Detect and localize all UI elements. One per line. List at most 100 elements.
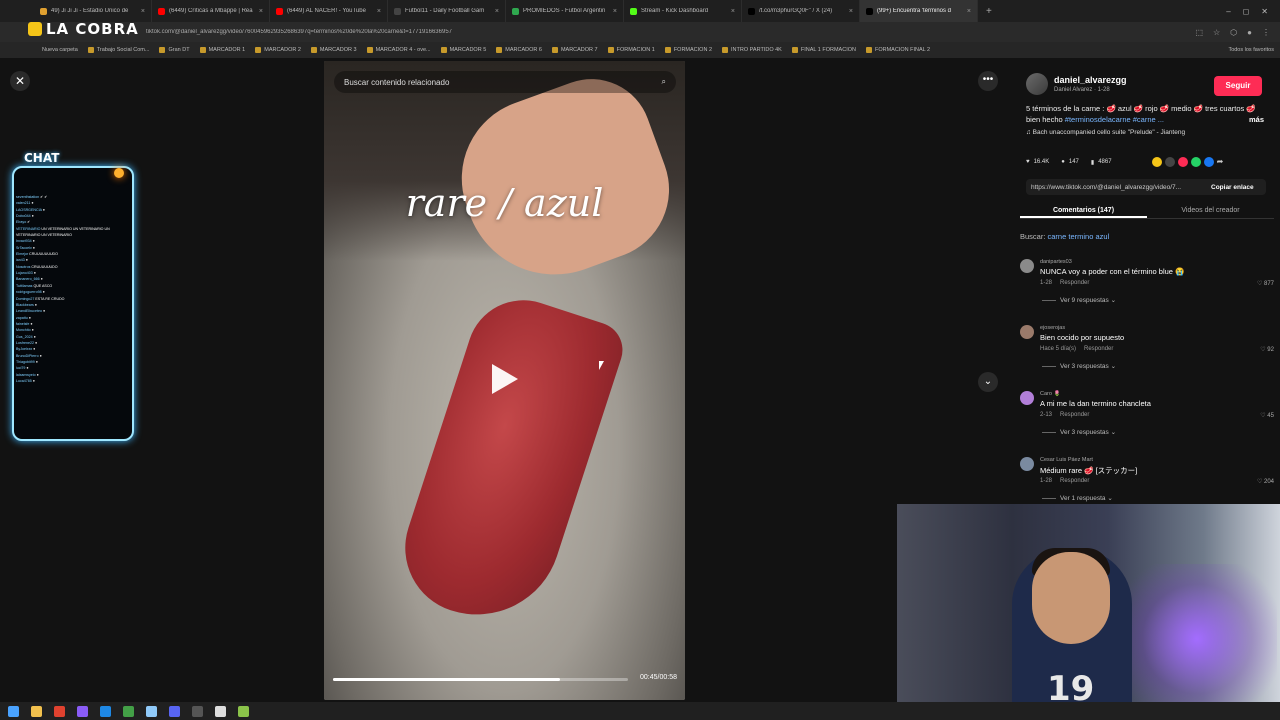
video-player[interactable]: Buscar contenido relacionado ⌕ rare / az…	[324, 61, 685, 700]
more-link[interactable]: más	[1249, 114, 1264, 125]
bookmark-item[interactable]: MARCADOR 7	[551, 47, 598, 53]
comment-likes[interactable]: ♡ 92	[1260, 346, 1274, 353]
discord-icon[interactable]	[169, 705, 180, 717]
heart-icon[interactable]: ♥	[1026, 159, 1030, 165]
tab-close-icon[interactable]: ×	[731, 8, 735, 15]
browser-tab[interactable]: PROMIEDOS - Futbol Argentin ×	[506, 0, 624, 22]
author[interactable]: daniel_alvarezgg Daniel Alvarez · 1-28	[1026, 73, 1127, 95]
comment-user[interactable]: Caro 🌷	[1040, 391, 1060, 397]
view-replies-button[interactable]: Ver 3 respuestas ⌄	[1042, 428, 1116, 436]
more-icon[interactable]: •••	[978, 71, 998, 91]
bookmark-folder[interactable]: Nueva carpeta	[42, 47, 78, 53]
install-icon[interactable]: ⬚	[1195, 28, 1203, 37]
star-icon[interactable]: ☆	[1213, 28, 1220, 37]
comment-likes[interactable]: ♡ 877	[1257, 280, 1274, 287]
all-favorites[interactable]: Todos los favoritos	[1228, 42, 1274, 58]
view-replies-button[interactable]: Ver 1 respuesta ⌄	[1042, 494, 1113, 502]
music-credit[interactable]: ♫ Bach unaccompanied cello suite "Prelud…	[1026, 129, 1185, 136]
browser-tab[interactable]: (6449) Críticas a Mbappé | Rea ×	[152, 0, 270, 22]
comment-likes[interactable]: ♡ 45	[1260, 412, 1274, 419]
related-search[interactable]: Buscar: carne termino azul	[1020, 232, 1109, 241]
bookmark-item[interactable]: MARCADOR 6	[496, 47, 542, 53]
tab-close-icon[interactable]: ×	[495, 8, 499, 15]
tab-close-icon[interactable]: ×	[141, 8, 145, 15]
avatar[interactable]	[1020, 457, 1034, 471]
avatar[interactable]	[1020, 391, 1034, 405]
share-icon[interactable]: ➦	[1217, 157, 1224, 167]
comment-user[interactable]: danipartes03	[1040, 259, 1072, 265]
profile-icon[interactable]: ●	[1247, 28, 1252, 37]
video-search[interactable]: Buscar contenido relacionado ⌕	[334, 71, 676, 93]
tab-creator-videos[interactable]: Videos del creador	[1147, 203, 1274, 218]
app-icon[interactable]	[238, 705, 249, 717]
tab-close-icon[interactable]: ×	[259, 8, 263, 15]
bookmark-item[interactable]: FINAL 1 FORMACION	[791, 47, 856, 53]
tab-close-icon[interactable]: ×	[967, 8, 971, 15]
bookmark-item[interactable]: MARCADOR 2	[255, 47, 301, 53]
author-username[interactable]: daniel_alvarezgg	[1054, 75, 1127, 85]
comment-stat[interactable]: ● 147	[1061, 159, 1079, 165]
new-tab-button[interactable]: +	[978, 6, 1000, 17]
app-icon[interactable]	[123, 705, 134, 717]
bookmark-item[interactable]: Gran DT	[159, 47, 190, 53]
facebook-icon[interactable]	[1203, 157, 1214, 167]
avatar[interactable]	[1020, 325, 1034, 339]
browser-tab[interactable]: (6449) AL NACER! - YouTube ×	[270, 0, 388, 22]
chrome-icon[interactable]	[54, 705, 65, 717]
browser-tab[interactable]: Futbol11 - Daily Football Gam ×	[388, 0, 506, 22]
comment-user[interactable]: ejoserojas	[1040, 325, 1065, 331]
bookmark-item[interactable]: MARCADOR 1	[199, 47, 245, 53]
share-coin-icon[interactable]	[1151, 157, 1162, 167]
browser-tab[interactable]: 49) Ji Ji Ji - Estadio Único de ×	[34, 0, 152, 22]
url-field[interactable]: tiktok.com/@daniel_alvarezgg/video/76004…	[146, 29, 946, 35]
close-icon[interactable]: ✕	[10, 71, 30, 91]
explorer-icon[interactable]	[31, 705, 42, 717]
bookmark-item[interactable]: FORMACION 1	[607, 47, 655, 53]
embed-icon[interactable]	[1164, 157, 1175, 167]
tab-close-icon[interactable]: ×	[613, 8, 617, 15]
send-icon[interactable]	[1177, 157, 1188, 167]
view-replies-button[interactable]: Ver 9 respuestas ⌄	[1042, 296, 1116, 304]
search-icon[interactable]: ⌕	[662, 77, 666, 87]
chevron-down-icon[interactable]: ⌄	[978, 372, 998, 392]
like-stat[interactable]: ♥ 16.4K	[1026, 159, 1049, 165]
bookmark-item[interactable]: INTRO PARTIDO 4K	[722, 47, 782, 53]
app-icon[interactable]	[215, 705, 226, 717]
reply-button[interactable]: Responder	[1060, 412, 1089, 418]
follow-button[interactable]: Seguir	[1214, 76, 1262, 96]
related-search-term[interactable]: carne termino azul	[1048, 232, 1110, 241]
progress-bar[interactable]	[333, 678, 628, 681]
browser-tab[interactable]: Stream - Kick Dashboard ×	[624, 0, 742, 22]
bookmark-item[interactable]: MARCADOR 4 - ove...	[366, 47, 431, 53]
browser-tab[interactable]: /t.co/m3phurGQ0F" / X (24) ×	[742, 0, 860, 22]
video-link[interactable]: https://www.tiktok.com/@daniel_alvarezgg…	[1031, 184, 1207, 191]
bookmark-item[interactable]: Trabajo Social Com...	[87, 47, 149, 53]
view-replies-button[interactable]: Ver 3 respuestas ⌄	[1042, 362, 1116, 370]
obs-icon[interactable]	[192, 705, 203, 717]
tab-comments[interactable]: Comentarios (147)	[1020, 203, 1147, 218]
reply-button[interactable]: Responder	[1060, 478, 1089, 484]
avatar[interactable]	[1020, 259, 1034, 273]
browser-tab[interactable]: (99+) Encuentra 'términos d ×	[860, 0, 978, 22]
comment-likes[interactable]: ♡ 204	[1257, 478, 1274, 485]
windows-icon[interactable]	[8, 705, 19, 717]
bookmark-item[interactable]: FORMACION 2	[664, 47, 712, 53]
menu-icon[interactable]: ⋮	[1262, 28, 1270, 37]
maximize-button[interactable]: ◻	[1243, 7, 1250, 16]
comment-icon[interactable]: ●	[1061, 159, 1065, 165]
bookmark-item[interactable]: MARCADOR 5	[440, 47, 486, 53]
copy-link-button[interactable]: Copiar enlace	[1211, 184, 1254, 191]
avatar[interactable]	[1026, 73, 1048, 95]
app-icon[interactable]	[146, 705, 157, 717]
bookmark-icon[interactable]: ▮	[1091, 159, 1094, 166]
whatsapp-icon[interactable]	[1190, 157, 1201, 167]
close-window-button[interactable]: ✕	[1261, 7, 1268, 16]
tab-close-icon[interactable]: ×	[377, 8, 381, 15]
reply-button[interactable]: Responder	[1060, 280, 1089, 286]
comment-user[interactable]: Cesar Luis Páez Mart	[1040, 457, 1093, 463]
hashtags[interactable]: #terminosdelacarne #carne ...	[1065, 115, 1164, 124]
save-stat[interactable]: ▮ 4867	[1091, 159, 1112, 166]
edge-icon[interactable]	[100, 705, 111, 717]
extensions-icon[interactable]: ⬡	[1230, 28, 1237, 37]
bookmark-item[interactable]: MARCADOR 3	[310, 47, 357, 53]
